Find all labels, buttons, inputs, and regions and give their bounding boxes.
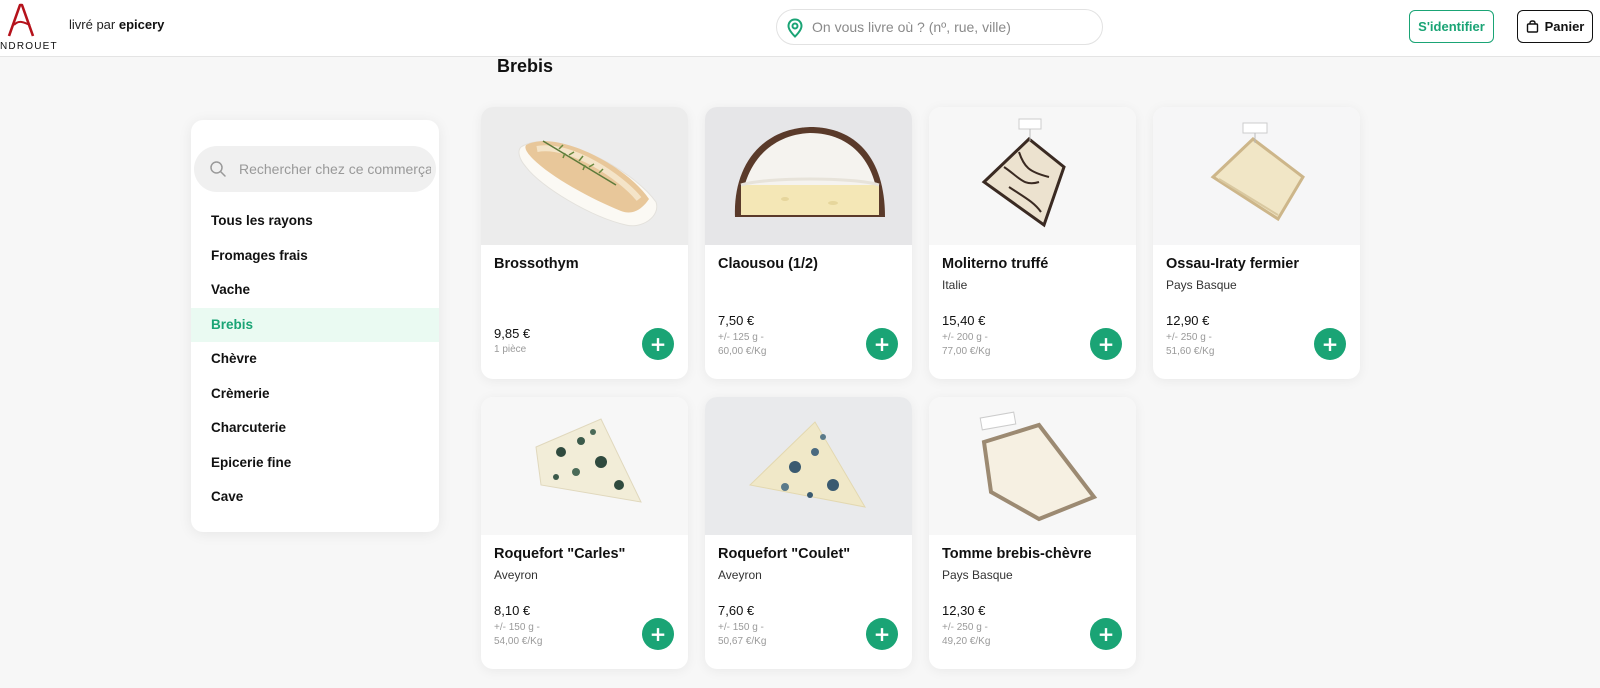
logo-text: NDROUET xyxy=(0,41,58,52)
product-price-per-kg: 77,00 €/Kg xyxy=(942,346,991,357)
add-to-cart-button[interactable]: + xyxy=(866,328,898,360)
product-price: 8,10 € xyxy=(494,603,531,618)
login-button[interactable]: S'identifier xyxy=(1409,10,1494,43)
product-origin: Aveyron xyxy=(494,568,538,582)
product-card[interactable]: Ossau-Iraty fermier Pays Basque 12,90 € … xyxy=(1153,107,1360,379)
product-card[interactable]: Tomme brebis-chèvre Pays Basque 12,30 € … xyxy=(929,397,1136,669)
category-item-cremerie[interactable]: Crèmerie xyxy=(191,377,439,412)
product-unit-info: +/- 150 g - 54,00 €/Kg xyxy=(494,621,604,649)
category-item-epicerie-fine[interactable]: Epicerie fine xyxy=(191,446,439,481)
product-price: 9,85 € xyxy=(494,326,531,341)
cheese-image[interactable] xyxy=(929,397,1136,535)
cheese-image[interactable] xyxy=(705,397,912,535)
cart-button[interactable]: Panier xyxy=(1517,10,1593,43)
category-sidebar: Tous les rayons Fromages frais Vache Bre… xyxy=(191,120,439,532)
add-to-cart-button[interactable]: + xyxy=(1090,618,1122,650)
product-weight: +/- 250 g - xyxy=(942,622,988,633)
category-item-all[interactable]: Tous les rayons xyxy=(191,204,439,239)
product-weight: +/- 200 g - xyxy=(942,332,988,343)
product-price: 12,30 € xyxy=(942,603,986,618)
store-logo[interactable]: NDROUET xyxy=(0,2,60,54)
product-weight: +/- 150 g - xyxy=(718,622,764,633)
product-origin: Aveyron xyxy=(718,568,762,582)
product-weight: +/- 250 g - xyxy=(1166,332,1212,343)
product-unit-info: +/- 125 g - 60,00 €/Kg xyxy=(718,331,828,359)
top-header: NDROUET livré par epicery S'identifier P… xyxy=(0,0,1600,57)
product-card[interactable]: Claousou (1/2) 7,50 € +/- 125 g - 60,00 … xyxy=(705,107,912,379)
product-unit-info: 1 pièce xyxy=(494,343,604,357)
delivered-by-text: livré par epicery xyxy=(69,17,164,32)
add-to-cart-button[interactable]: + xyxy=(1314,328,1346,360)
search-icon xyxy=(210,161,226,177)
category-item-brebis[interactable]: Brebis xyxy=(191,307,439,342)
delivered-prefix: livré par xyxy=(69,17,116,32)
androuet-logo-icon xyxy=(7,3,35,37)
product-name: Moliterno truffé xyxy=(942,256,1049,272)
add-to-cart-button[interactable]: + xyxy=(1090,328,1122,360)
store-search[interactable] xyxy=(194,146,436,192)
product-name: Claousou (1/2) xyxy=(718,256,818,272)
product-unit-info: +/- 150 g - 50,67 €/Kg xyxy=(718,621,828,649)
product-card[interactable]: Roquefort "Coulet" Aveyron 7,60 € +/- 15… xyxy=(705,397,912,669)
address-input[interactable] xyxy=(812,17,1092,37)
product-unit-info: +/- 200 g - 77,00 €/Kg xyxy=(942,331,1052,359)
product-price: 12,90 € xyxy=(1166,313,1210,328)
store-search-input[interactable] xyxy=(239,159,431,179)
product-price-per-kg: 51,60 €/Kg xyxy=(1166,346,1215,357)
shopping-bag-icon xyxy=(1526,20,1538,33)
product-unit-info: +/- 250 g - 51,60 €/Kg xyxy=(1166,331,1276,359)
product-weight: 1 pièce xyxy=(494,344,527,355)
cheese-image[interactable] xyxy=(929,107,1136,245)
product-price: 15,40 € xyxy=(942,313,986,328)
category-item-chevre[interactable]: Chèvre xyxy=(191,342,439,377)
add-to-cart-button[interactable]: + xyxy=(642,328,674,360)
cheese-image[interactable] xyxy=(705,107,912,245)
category-item-cave[interactable]: Cave xyxy=(191,480,439,515)
product-card[interactable]: Roquefort "Carles" Aveyron 8,10 € +/- 15… xyxy=(481,397,688,669)
add-to-cart-button[interactable]: + xyxy=(642,618,674,650)
product-origin: Pays Basque xyxy=(942,568,1013,582)
product-origin: Pays Basque xyxy=(1166,278,1237,292)
product-name: Ossau-Iraty fermier xyxy=(1166,256,1299,272)
product-price-per-kg: 60,00 €/Kg xyxy=(718,346,767,357)
category-list: Tous les rayons Fromages frais Vache Bre… xyxy=(191,204,439,515)
category-item-vache[interactable]: Vache xyxy=(191,273,439,308)
product-card[interactable]: Moliterno truffé Italie 15,40 € +/- 200 … xyxy=(929,107,1136,379)
category-item-fromages-frais[interactable]: Fromages frais xyxy=(191,239,439,274)
product-price-per-kg: 49,20 €/Kg xyxy=(942,636,991,647)
product-price-per-kg: 54,00 €/Kg xyxy=(494,636,543,647)
product-name: Brossothym xyxy=(494,256,579,272)
product-name: Roquefort "Coulet" xyxy=(718,546,851,562)
category-item-charcuterie[interactable]: Charcuterie xyxy=(191,411,439,446)
section-title: Brebis xyxy=(497,56,554,76)
address-search[interactable] xyxy=(776,9,1103,45)
product-weight: +/- 150 g - xyxy=(494,622,540,633)
cart-label: Panier xyxy=(1544,19,1585,34)
add-to-cart-button[interactable]: + xyxy=(866,618,898,650)
product-card[interactable]: Brossothym 9,85 € 1 pièce + xyxy=(481,107,688,379)
product-name: Tomme brebis-chèvre xyxy=(942,546,1092,562)
cheese-image[interactable] xyxy=(1153,107,1360,245)
product-price-per-kg: 50,67 €/Kg xyxy=(718,636,767,647)
product-unit-info: +/- 250 g - 49,20 €/Kg xyxy=(942,621,1052,649)
product-price: 7,50 € xyxy=(718,313,755,328)
product-weight: +/- 125 g - xyxy=(718,332,764,343)
location-pin-icon xyxy=(787,18,803,38)
product-price: 7,60 € xyxy=(718,603,755,618)
cheese-image[interactable] xyxy=(481,107,688,245)
delivered-brand: epicery xyxy=(118,17,165,32)
cheese-image[interactable] xyxy=(481,397,688,535)
product-name: Roquefort "Carles" xyxy=(494,546,626,562)
product-origin: Italie xyxy=(942,278,968,292)
